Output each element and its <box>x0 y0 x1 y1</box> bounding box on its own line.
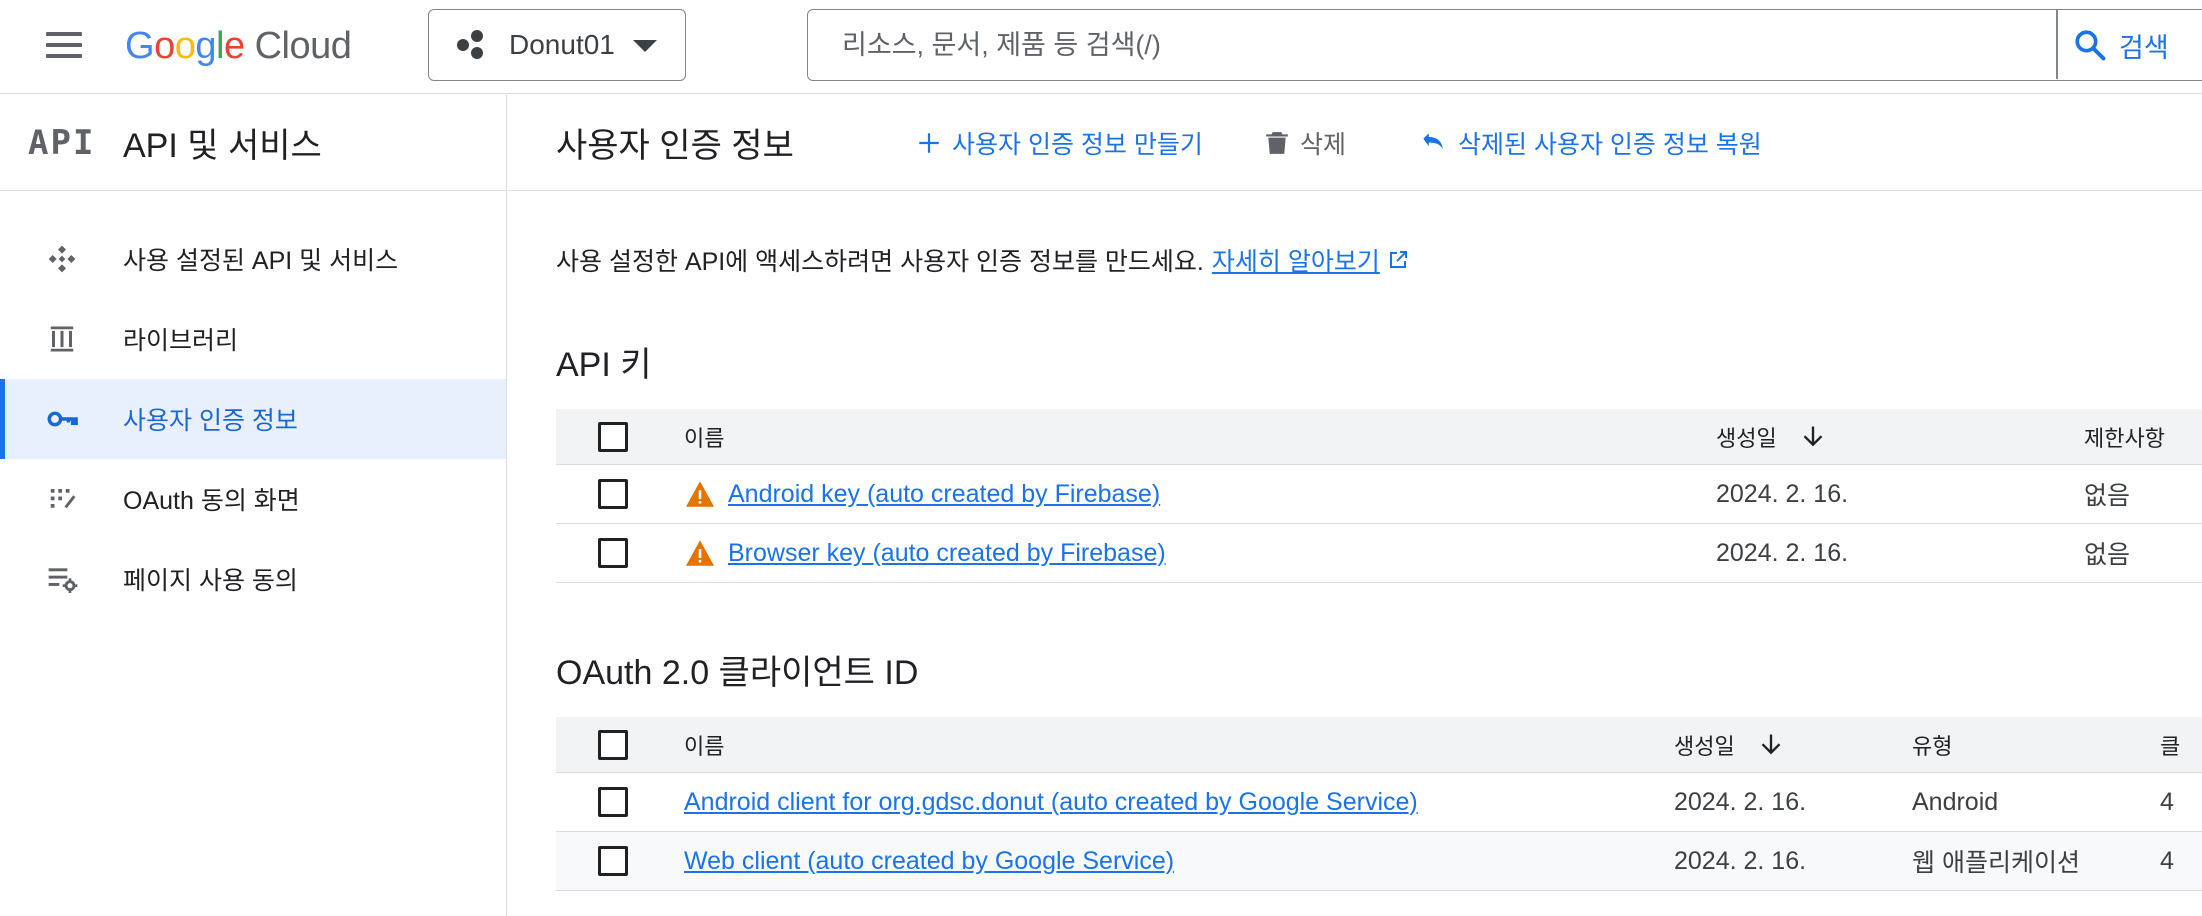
arrow-down-icon <box>1761 734 1781 754</box>
page-usage-settings-icon <box>0 563 123 595</box>
sidebar-item-label: 사용 설정된 API 및 서비스 <box>123 247 399 275</box>
delete-label: 삭제 <box>1300 130 1347 159</box>
undo-icon <box>1423 132 1443 149</box>
oauth-consent-icon <box>0 484 123 514</box>
row-checkbox[interactable] <box>598 846 628 876</box>
sidebar-item-library[interactable]: 라이브러리 <box>0 299 506 379</box>
created-date-cell: 2024. 2. 16. <box>1716 479 1849 508</box>
library-icon <box>0 324 123 354</box>
restrictions-cell: 없음 <box>2084 541 2131 569</box>
row-checkbox[interactable] <box>598 538 628 568</box>
search-button-label: 검색 <box>2119 32 2169 63</box>
sidebar-item-oauth-consent[interactable]: OAuth 동의 화면 <box>0 459 506 539</box>
search-divider <box>2056 10 2058 79</box>
sidebar-item-label: 라이브러리 <box>123 327 239 355</box>
table-row: Android key (auto created by Firebase) 2… <box>556 465 2202 524</box>
plus-icon <box>919 132 939 153</box>
sidebar-item-credentials[interactable]: 사용자 인증 정보 <box>0 379 506 459</box>
select-all-checkbox[interactable] <box>598 729 628 760</box>
client-id-cell: 4 <box>2160 787 2174 816</box>
intro-text: 사용 설정한 API에 액세스하려면 사용자 인증 정보를 만드세요. <box>556 248 1204 276</box>
sidebar-item-page-usage[interactable]: 페이지 사용 동의 <box>0 539 506 619</box>
key-icon <box>0 402 123 436</box>
search-button[interactable]: 검색 <box>2073 14 2169 76</box>
oauth-clients-table: 이름 생성일 유형 클 Android client for org.gdsc.… <box>556 717 2202 891</box>
api-keys-table: 이름 생성일 제한사항 Android key (auto created by… <box>556 409 2202 583</box>
key-name-cell: Android key (auto created by Firebase) <box>684 480 1160 509</box>
sidebar-header: API API 및 서비스 <box>0 95 506 191</box>
created-date-cell: 2024. 2. 16. <box>1674 846 1807 875</box>
top-bar: Google Cloud Donut01 검색 <box>0 0 2202 94</box>
search-bar: 검색 <box>807 9 2202 81</box>
delete-button[interactable]: 삭제 <box>1264 125 1346 161</box>
intro-text-row: 사용 설정한 API에 액세스하려면 사용자 인증 정보를 만드세요. 자세히 … <box>556 242 1410 278</box>
main-menu-icon[interactable] <box>36 24 92 68</box>
api-services-icon <box>0 243 123 275</box>
sidebar-nav: 사용 설정된 API 및 서비스 라이브러리 사용자 인증 정보 OAuth 동… <box>0 191 506 619</box>
warning-icon <box>686 540 714 566</box>
warning-icon <box>686 481 714 507</box>
sidebar-title: API 및 서비스 <box>123 127 322 165</box>
api-key-link[interactable]: Android key (auto created by Firebase) <box>728 480 1160 509</box>
table-row: Android client for org.gdsc.donut (auto … <box>556 773 2202 832</box>
project-icon <box>457 30 487 60</box>
row-checkbox[interactable] <box>598 479 628 509</box>
oauth-client-link[interactable]: Android client for org.gdsc.donut (auto … <box>684 788 1418 817</box>
create-credentials-button[interactable]: 사용자 인증 정보 만들기 <box>916 125 1203 161</box>
key-name-cell: Browser key (auto created by Firebase) <box>684 539 1166 568</box>
table-header-row: 이름 생성일 제한사항 <box>556 409 2202 465</box>
search-input[interactable] <box>810 12 2050 78</box>
select-all-checkbox[interactable] <box>598 421 628 452</box>
client-id-cell: 4 <box>2160 846 2174 875</box>
sidebar-item-enabled-apis[interactable]: 사용 설정된 API 및 서비스 <box>0 219 506 299</box>
restrictions-cell: 없음 <box>2084 482 2131 510</box>
created-date-cell: 2024. 2. 16. <box>1716 538 1849 567</box>
api-logo-icon: API <box>28 122 96 163</box>
external-link-icon <box>1389 251 1407 268</box>
sidebar-item-label: 페이지 사용 동의 <box>123 567 298 595</box>
main-content: 사용자 인증 정보 사용자 인증 정보 만들기 삭제 삭제된 사용자 인증 정보… <box>508 95 2202 916</box>
chevron-down-icon <box>633 40 657 52</box>
column-header-name[interactable]: 이름 <box>684 729 724 761</box>
trash-icon <box>1266 131 1288 154</box>
oauth-client-link[interactable]: Web client (auto created by Google Servi… <box>684 847 1174 876</box>
column-header-type[interactable]: 유형 <box>1912 729 1952 761</box>
project-picker-button[interactable]: Donut01 <box>428 9 686 81</box>
type-cell: Android <box>1912 787 1999 816</box>
column-header-client-id[interactable]: 클 <box>2160 729 2180 761</box>
column-header-created-label: 생성일 <box>1716 425 1777 451</box>
column-header-restrictions[interactable]: 제한사항 <box>2084 421 2165 453</box>
google-cloud-logo[interactable]: Google Cloud <box>125 18 352 74</box>
client-name-cell: Android client for org.gdsc.donut (auto … <box>684 788 1418 817</box>
api-key-link[interactable]: Browser key (auto created by Firebase) <box>728 539 1166 568</box>
column-header-name[interactable]: 이름 <box>684 421 724 453</box>
api-keys-section-title: API 키 <box>556 346 652 384</box>
main-header: 사용자 인증 정보 사용자 인증 정보 만들기 삭제 삭제된 사용자 인증 정보… <box>508 95 2202 191</box>
create-credentials-label: 사용자 인증 정보 만들기 <box>952 130 1203 159</box>
arrow-down-icon <box>1803 426 1823 446</box>
sidebar-item-label: 사용자 인증 정보 <box>123 407 298 435</box>
table-header-row: 이름 생성일 유형 클 <box>556 717 2202 773</box>
client-name-cell: Web client (auto created by Google Servi… <box>684 847 1174 876</box>
column-header-created[interactable]: 생성일 <box>1716 421 1827 453</box>
column-header-created-label: 생성일 <box>1674 733 1735 759</box>
restore-label: 삭제된 사용자 인증 정보 복원 <box>1458 130 1762 159</box>
table-row: Web client (auto created by Google Servi… <box>556 832 2202 891</box>
search-icon <box>2075 30 2106 61</box>
row-checkbox[interactable] <box>598 787 628 817</box>
column-header-created[interactable]: 생성일 <box>1674 729 1785 761</box>
restore-deleted-credentials-button[interactable]: 삭제된 사용자 인증 정보 복원 <box>1416 125 1762 161</box>
project-name: Donut01 <box>509 29 615 60</box>
sidebar: API API 및 서비스 사용 설정된 API 및 서비스 라이브러리 사용자… <box>0 95 507 916</box>
oauth-section-title: OAuth 2.0 클라이언트 ID <box>556 654 919 692</box>
table-row: Browser key (auto created by Firebase) 2… <box>556 524 2202 583</box>
page-title: 사용자 인증 정보 <box>556 127 794 165</box>
type-cell: 웹 애플리케이션 <box>1912 849 2080 877</box>
sidebar-item-label: OAuth 동의 화면 <box>123 487 300 515</box>
learn-more-link[interactable]: 자세히 알아보기 <box>1212 242 1380 278</box>
created-date-cell: 2024. 2. 16. <box>1674 787 1807 816</box>
